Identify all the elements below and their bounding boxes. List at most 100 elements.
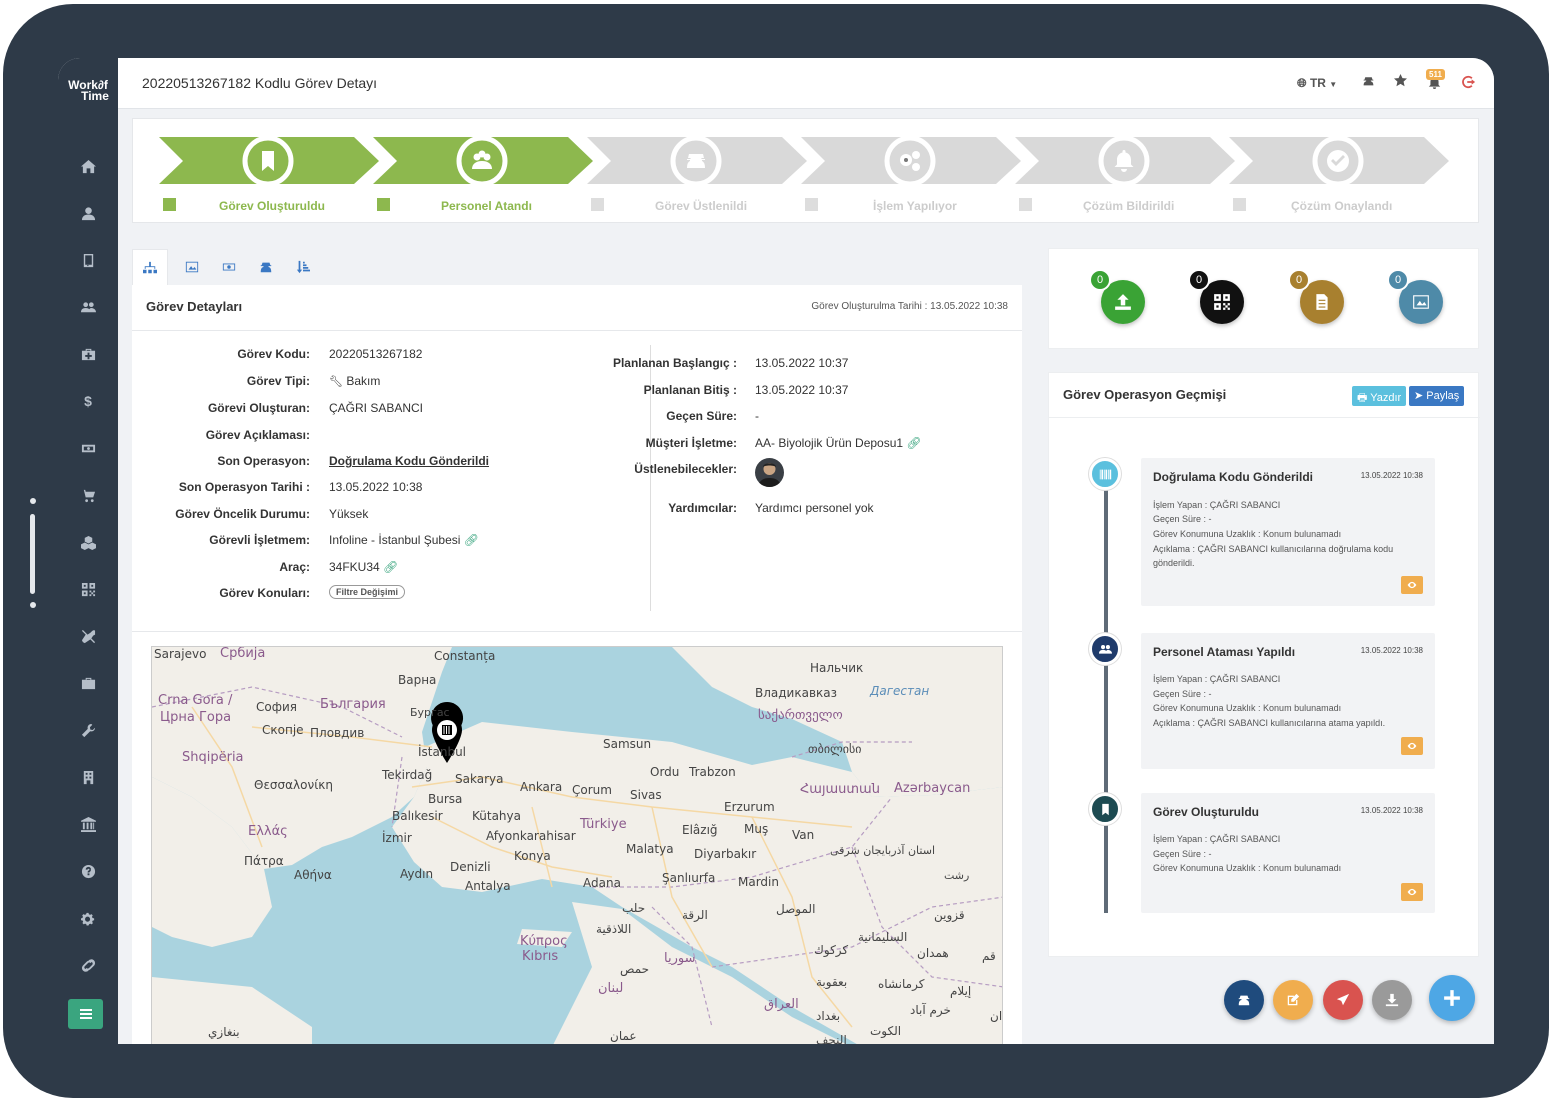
tab-personnel[interactable]	[248, 249, 284, 285]
sidebar-item-qrcode[interactable]	[76, 577, 100, 601]
task-location-map[interactable]: Sarajevo Србија Constanța Варна Crna Gor…	[151, 646, 1003, 1044]
user-secret-icon	[260, 262, 272, 273]
sidebar-item-bank[interactable]	[76, 812, 100, 836]
history-item-title: Görev Oluşturuldu	[1153, 805, 1260, 819]
edit-fab-button[interactable]	[1273, 980, 1313, 1020]
sidebar-item-cubes[interactable]	[76, 530, 100, 554]
map-label: Србија	[220, 646, 266, 661]
tab-sort[interactable]	[285, 249, 321, 285]
eye-icon	[1407, 742, 1417, 750]
map-label: Հայաստան	[800, 782, 880, 797]
sidebar-item-tablet[interactable]	[76, 248, 100, 272]
map-label: Van	[792, 828, 815, 842]
favorites-button[interactable]	[1394, 74, 1407, 90]
task-location-map-panel: Sarajevo Србија Constanța Варна Crna Gor…	[132, 631, 1022, 1044]
sign-out-icon	[1462, 75, 1476, 89]
history-item-line: İşlem Yapan : ÇAĞRI SABANCI	[1153, 500, 1281, 510]
link-icon[interactable]: 🔗︎	[464, 533, 479, 547]
bookmark-icon	[1101, 803, 1109, 815]
user-secret-top-button[interactable]	[1362, 74, 1375, 90]
map-label: النجف	[816, 1033, 847, 1044]
map-label: Türkiye	[580, 817, 627, 832]
eye-icon	[1407, 888, 1417, 896]
map-label: Denizli	[450, 860, 491, 874]
map-label: همدان	[917, 946, 949, 960]
topic-chip: Filtre Değişimi	[329, 584, 406, 599]
view-button[interactable]	[1401, 883, 1423, 901]
share-button[interactable]: ➤ Paylaş	[1409, 386, 1465, 406]
globe-icon: 🌐︎	[1297, 76, 1307, 90]
upload-counter-button[interactable]: 0	[1089, 269, 1145, 324]
sidebar-item-money[interactable]	[76, 436, 100, 460]
download-fab-button[interactable]	[1372, 980, 1412, 1020]
sidebar-item-user[interactable]	[76, 201, 100, 225]
paper-plane-icon: ➤	[1414, 390, 1424, 402]
image-counter-button[interactable]: 0	[1387, 269, 1443, 324]
view-button[interactable]	[1401, 576, 1423, 594]
link-icon	[81, 958, 95, 972]
elapsed-value: -	[755, 409, 759, 423]
logout-button[interactable]	[1462, 75, 1476, 92]
plus-icon	[1444, 990, 1460, 1006]
link-icon[interactable]: 🔗︎	[906, 436, 921, 450]
sidebar-item-settings[interactable]	[76, 906, 100, 930]
map-label: Mardin	[738, 875, 779, 889]
map-label: Пловдив	[310, 726, 365, 740]
sidebar-item-finance[interactable]: $	[76, 389, 100, 413]
language-selector[interactable]: 🌐︎ TR ▼	[1297, 76, 1337, 91]
sidebar-item-briefcase[interactable]	[76, 671, 100, 695]
sidebar-item-users[interactable]	[76, 295, 100, 319]
dollar-icon: $	[84, 393, 92, 409]
sidebar-item-wrench[interactable]	[76, 718, 100, 742]
sidebar-item-cart[interactable]	[76, 483, 100, 507]
map-label: سوريا	[664, 951, 696, 966]
sidebar-item-home[interactable]	[76, 154, 100, 178]
timeline-node-1	[1089, 458, 1121, 490]
assign-fab-button[interactable]	[1224, 980, 1264, 1020]
map-label: Θεσσαλονίκη	[254, 778, 333, 792]
sidebar-item-help[interactable]	[76, 859, 100, 883]
sidebar-item-building[interactable]	[76, 765, 100, 789]
history-item-title: Doğrulama Kodu Gönderildi	[1153, 470, 1314, 484]
step-marker-4	[805, 198, 818, 211]
sidebar-item-medkit[interactable]	[76, 342, 100, 366]
last-operation-link[interactable]: Doğrulama Kodu Gönderildi	[329, 454, 489, 468]
last-operation-label: Son Operasyon:	[217, 454, 310, 468]
helpers-label: Yardımcılar:	[668, 501, 737, 515]
add-fab-button[interactable]	[1429, 975, 1475, 1021]
history-item-date: 13.05.2022 10:38	[1360, 471, 1423, 480]
link-icon[interactable]: 🔗︎	[383, 560, 398, 574]
wrench-icon	[81, 723, 95, 737]
map-label: بعقوبة	[816, 975, 848, 989]
map-label: خرم آباد	[910, 1003, 951, 1017]
map-label: لبنان	[598, 981, 624, 996]
map-label: Muş	[744, 822, 769, 836]
map-label: Πάτρα	[244, 854, 284, 868]
map-label: Sakarya	[455, 772, 504, 786]
sidebar-item-link[interactable]	[76, 953, 100, 977]
assignee-avatar[interactable]	[755, 458, 784, 487]
map-label: საქართველო	[758, 708, 843, 723]
tab-costs[interactable]	[211, 249, 247, 285]
customer-text: AA- Biyolojik Ürün Deposu1	[755, 436, 904, 450]
send-fab-button[interactable]	[1323, 980, 1363, 1020]
menu-toggle-button[interactable]	[68, 999, 103, 1029]
view-button[interactable]	[1401, 737, 1423, 755]
map-label: بنغازي	[208, 1025, 240, 1039]
business-text: Infoline - İstanbul Şubesi	[329, 533, 461, 547]
map-label: Kütahya	[472, 809, 521, 823]
tab-details[interactable]	[132, 249, 168, 286]
map-label: თბილისი	[808, 742, 862, 756]
map-label: Bursa	[428, 792, 463, 806]
map-label: Adana	[583, 876, 621, 890]
map-label: Afyonkarahisar	[486, 829, 576, 843]
print-button[interactable]: 🖶︎ Yazdır	[1352, 386, 1407, 406]
upload-count-badge: 0	[1089, 269, 1111, 291]
user-secret-icon	[1363, 77, 1374, 86]
document-counter-button[interactable]: 0	[1288, 269, 1344, 324]
tab-images[interactable]	[174, 249, 210, 285]
qr-counter-button[interactable]: 0	[1188, 269, 1244, 324]
app-logo[interactable]: Work∂f Time	[58, 79, 118, 102]
sidebar-item-tools[interactable]	[76, 624, 100, 648]
business-value: Infoline - İstanbul Şubesi 🔗︎	[329, 533, 479, 547]
